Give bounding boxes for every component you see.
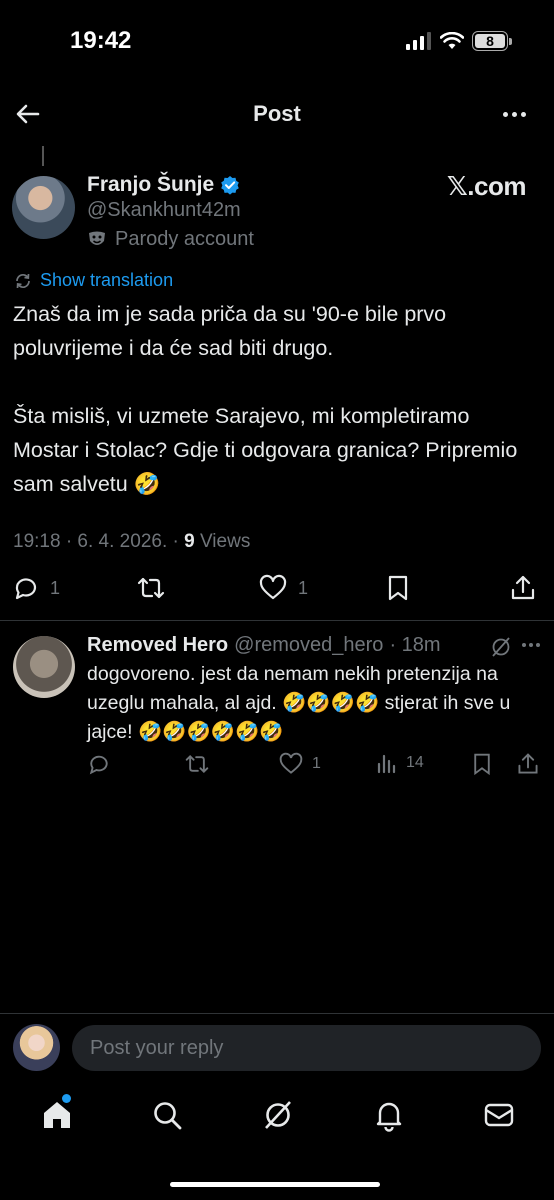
share-icon (511, 575, 535, 600)
post-timestamp: 19:18 · 6. 4. 2026. · (13, 531, 185, 552)
thread-line (42, 146, 44, 166)
signal-icon (406, 32, 431, 50)
like-button[interactable]: 1 (258, 574, 308, 602)
reply-bookmark-button[interactable] (471, 752, 493, 776)
reply-count: 1 (50, 577, 61, 598)
battery-level: 8 (486, 33, 494, 49)
reply-repost-button[interactable] (183, 752, 211, 776)
wifi-icon (440, 32, 464, 49)
reply-button[interactable]: 1 (12, 574, 60, 602)
grok-icon[interactable] (261, 1098, 295, 1132)
bottom-tab-bar (0, 1098, 554, 1138)
verified-badge-icon (221, 176, 239, 195)
status-icons: 8 (406, 31, 512, 51)
bookmark-button[interactable] (385, 574, 411, 602)
repost-button[interactable] (135, 574, 167, 602)
heart-icon (259, 574, 287, 600)
status-time: 19:42 (70, 27, 132, 54)
more-options-icon[interactable] (498, 100, 530, 128)
reply-views-button[interactable]: 14 (376, 752, 424, 774)
views-label: Views (194, 531, 251, 552)
repost-icon (137, 577, 165, 599)
post-text: Znaš da im je sada priča da su '90-e bil… (13, 302, 518, 496)
post-meta: 19:18 · 6. 4. 2026. · 9 Views (13, 531, 250, 553)
reply-like-count: 1 (312, 755, 321, 772)
reply-header[interactable]: Removed Hero @removed_hero · 18m (87, 634, 441, 657)
reply-time: · 18m (389, 634, 441, 656)
repost-icon (185, 754, 209, 774)
like-count: 1 (298, 577, 309, 598)
home-indicator (170, 1182, 380, 1187)
reply-more-icon[interactable] (522, 643, 540, 647)
views-count: 9 (184, 531, 195, 552)
share-button[interactable] (509, 574, 537, 602)
author-avatar[interactable] (12, 176, 75, 239)
reply-text: dogovoreno. jest da nemam nekih pretenzi… (87, 663, 511, 743)
heart-icon (279, 752, 303, 774)
x-com-logo: 𝕏.com (446, 171, 527, 201)
reply-author-avatar[interactable] (13, 636, 75, 698)
reply-author-handle[interactable]: @removed_hero (234, 634, 383, 657)
parody-label: Parody account (115, 228, 254, 250)
reply-reply-button[interactable] (87, 752, 111, 776)
reply-icon (15, 578, 37, 600)
reply-share-button[interactable] (516, 752, 540, 776)
reply-views-count: 14 (406, 754, 424, 771)
search-icon[interactable] (150, 1098, 184, 1132)
post-actions: 1 1 (0, 574, 554, 606)
show-translation-label[interactable]: Show translation (40, 270, 173, 291)
author-name-row[interactable]: Franjo Šunje (87, 173, 240, 197)
home-icon[interactable] (40, 1098, 74, 1132)
author-handle[interactable]: @Skankhunt42m (87, 199, 241, 222)
reply-icon (89, 755, 108, 775)
notifications-icon[interactable] (372, 1098, 406, 1132)
messages-icon[interactable] (482, 1098, 516, 1132)
page-title: Post (253, 101, 301, 126)
grok-icon[interactable] (490, 636, 512, 658)
bookmark-icon (388, 575, 408, 601)
reply-actions: 1 14 (0, 752, 554, 778)
author-name[interactable]: Franjo Šunje (87, 173, 214, 197)
views-chart-icon (377, 754, 396, 774)
battery-indicator: 8 (472, 31, 512, 51)
reply-author-name[interactable]: Removed Hero (87, 634, 228, 657)
composer-divider (0, 1013, 554, 1014)
divider (0, 620, 554, 621)
user-avatar[interactable] (13, 1024, 60, 1071)
reply-like-button[interactable]: 1 (278, 752, 321, 776)
reply-input[interactable] (72, 1025, 541, 1071)
theater-masks-icon (89, 231, 105, 245)
bookmark-icon (474, 753, 490, 776)
new-posts-dot (62, 1094, 71, 1103)
parody-label-row: Parody account (87, 228, 254, 251)
share-icon (518, 753, 538, 774)
show-translation-link[interactable]: Show translation (14, 270, 173, 291)
translate-icon (16, 273, 30, 288)
